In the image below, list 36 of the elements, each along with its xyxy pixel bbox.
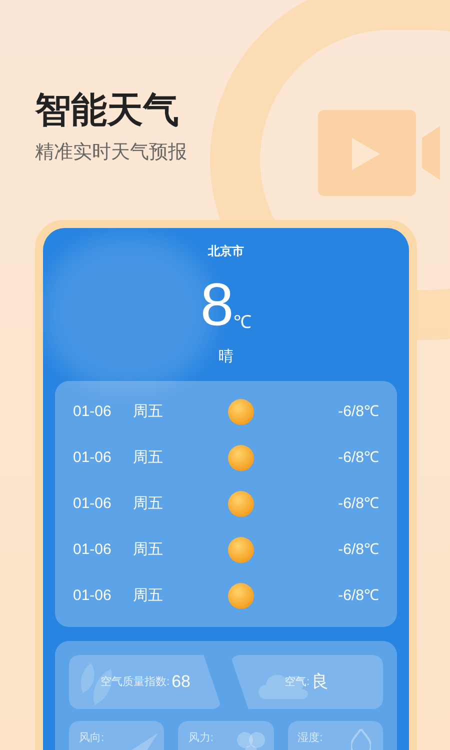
- forecast-date: 01-06: [73, 586, 112, 606]
- sun-icon: [228, 537, 254, 563]
- air-value: 68: [172, 671, 190, 694]
- temperature-range: -6/8℃: [337, 540, 379, 560]
- forecast-date: 01-06: [73, 448, 112, 468]
- forecast-weekday: 周五: [133, 494, 164, 514]
- droplet-icon: [350, 729, 371, 750]
- forecast-weekday: 周五: [133, 586, 164, 606]
- forecast-date: 01-06: [73, 494, 112, 514]
- detail-label: 风力:: [188, 732, 214, 744]
- temperature-range: -6/8℃: [337, 402, 379, 422]
- sun-icon: [228, 445, 254, 471]
- sun-icon: [228, 399, 254, 425]
- temperature-range: -6/8℃: [337, 586, 379, 606]
- headline: 智能天气: [35, 88, 179, 132]
- subtitle: 精准实时天气预报: [35, 141, 187, 165]
- forecast-weekday: 周五: [133, 402, 164, 422]
- air-label: 空气:: [284, 674, 310, 690]
- detail-label: 风向:: [79, 732, 104, 744]
- sun-icon: [228, 583, 254, 609]
- temperature-range: -6/8℃: [337, 494, 379, 514]
- forecast-weekday: 周五: [133, 540, 164, 560]
- forecast-date: 01-06: [73, 402, 112, 422]
- temperature-unit: ℃: [234, 311, 252, 333]
- sun-icon: [228, 491, 254, 517]
- video-play-icon: [316, 108, 442, 198]
- detail-label: 湿度:: [298, 732, 323, 744]
- air-value: 良: [312, 671, 329, 694]
- forecast-date: 01-06: [73, 540, 112, 560]
- forecast-weekday: 周五: [133, 448, 164, 468]
- city-name: 北京市: [208, 243, 244, 259]
- weather-condition: 晴: [218, 347, 234, 367]
- temperature-range: -6/8℃: [337, 448, 379, 468]
- temperature: 8: [200, 275, 234, 335]
- fan-icon: [236, 731, 266, 750]
- air-label: 空气质量指数:: [100, 674, 170, 690]
